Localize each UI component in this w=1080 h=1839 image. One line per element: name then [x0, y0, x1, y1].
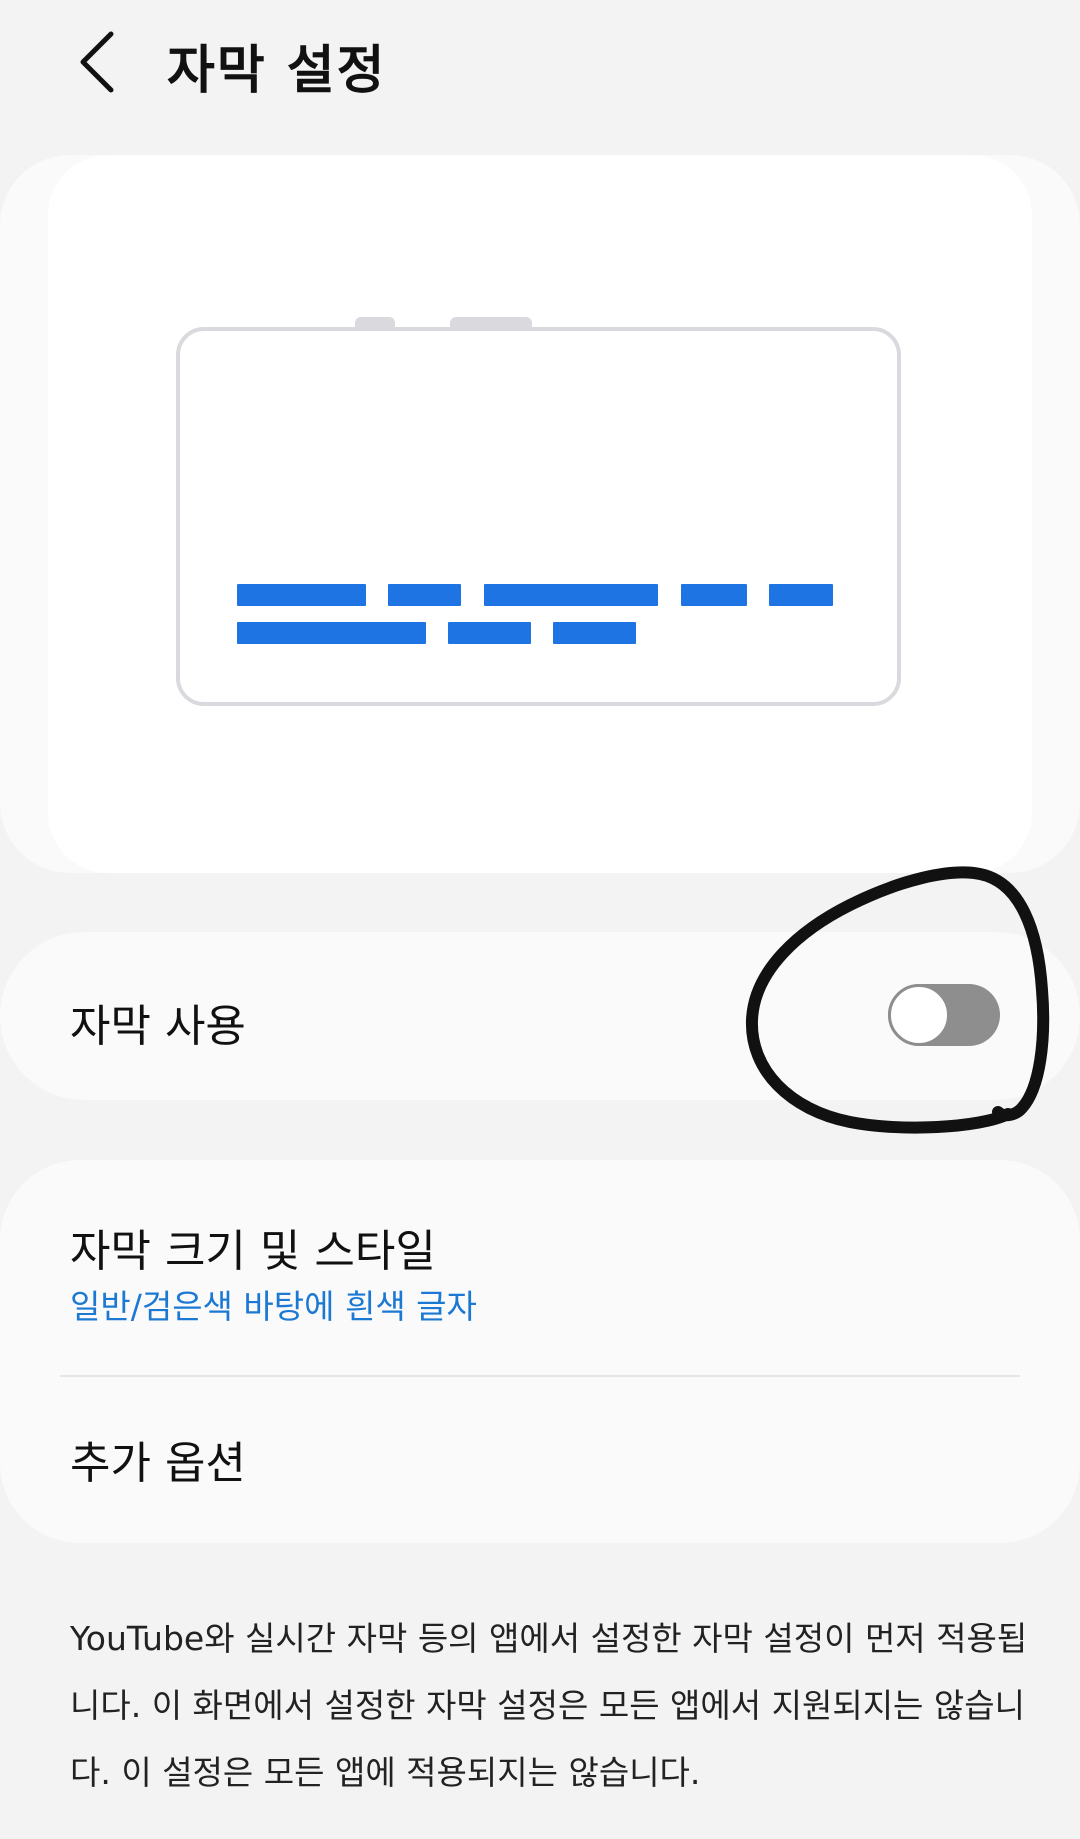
switch-knob: [888, 984, 950, 1046]
phone-button-illustration: [355, 317, 395, 327]
phone-preview-illustration: [176, 327, 901, 706]
caption-preview-bar: [388, 584, 461, 606]
caption-options-card: 자막 크기 및 스타일 일반/검은색 바탕에 흰색 글자 추가 옵션: [0, 1160, 1080, 1543]
caption-settings-screen: 자막 설정 자막 사용 자막 크기 및 스타일 일반/검은색 바탕에 흰색 글자…: [0, 0, 1080, 1839]
caption-preview-bar: [237, 584, 366, 606]
caption-preview-bar: [237, 622, 426, 644]
page-title: 자막 설정: [167, 41, 387, 101]
caption-settings-description: YouTube와 실시간 자막 등의 앱에서 설정한 자막 설정이 먼저 적용됩…: [70, 1619, 1028, 1792]
back-button[interactable]: [62, 22, 132, 102]
phone-button-illustration: [450, 317, 532, 327]
more-options-item[interactable]: 추가 옵션: [0, 1377, 1080, 1543]
caption-toggle-switch[interactable]: [888, 984, 1000, 1046]
caption-size-style-item[interactable]: 자막 크기 및 스타일 일반/검은색 바탕에 흰색 글자: [0, 1160, 1080, 1375]
caption-preview-bar: [484, 584, 658, 606]
caption-preview-bar: [681, 584, 747, 606]
more-options-title: 추가 옵션: [70, 1438, 246, 1489]
caption-size-style-title: 자막 크기 및 스타일: [70, 1226, 436, 1277]
top-app-bar: 자막 설정: [0, 0, 1080, 140]
chevron-left-icon: [80, 31, 114, 93]
caption-preview-bar: [553, 622, 636, 644]
caption-toggle-label: 자막 사용: [70, 1001, 246, 1052]
caption-size-style-value: 일반/검은색 바탕에 흰색 글자: [70, 1287, 477, 1326]
caption-preview-bar: [448, 622, 531, 644]
caption-preview-bar: [769, 584, 833, 606]
